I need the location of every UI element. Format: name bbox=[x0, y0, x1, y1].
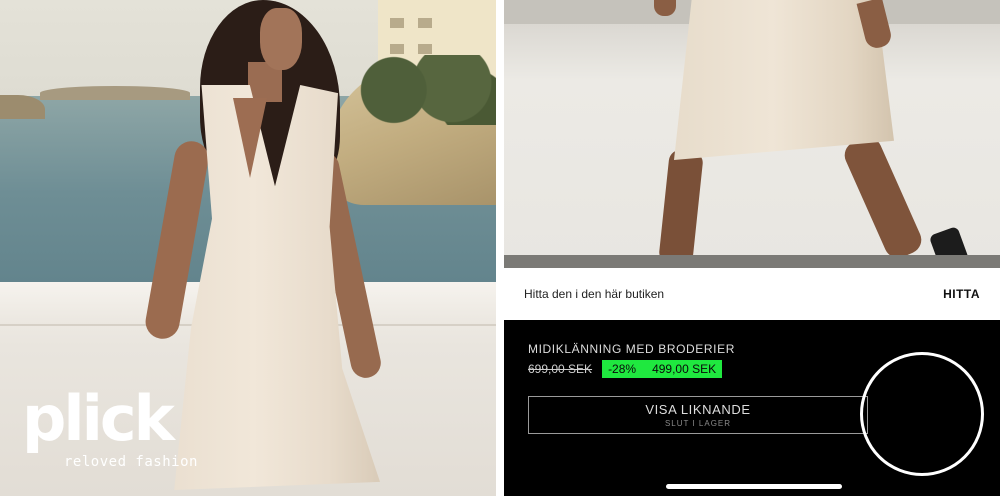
brand-tagline: reloved fashion bbox=[64, 454, 198, 470]
out-of-stock-label: SLUT I LAGER bbox=[664, 419, 732, 428]
model-face bbox=[260, 8, 302, 70]
ground bbox=[504, 255, 1000, 268]
brand-logo-text: plick bbox=[22, 382, 175, 455]
original-price: 699,00 SEK bbox=[528, 362, 593, 376]
find-in-store-button[interactable]: HITTA bbox=[943, 287, 980, 301]
sale-price-badge: -28% 499,00 SEK bbox=[602, 360, 723, 378]
store-finder-text: Hitta den i den här butiken bbox=[524, 287, 665, 301]
trees bbox=[350, 55, 496, 125]
model-leg-left bbox=[658, 148, 704, 267]
distant-island bbox=[40, 86, 190, 100]
circle-overlay bbox=[860, 352, 984, 476]
home-indicator[interactable] bbox=[666, 484, 842, 489]
show-similar-label: VISA LIKNANDE bbox=[645, 402, 751, 417]
discount-percent: -28% bbox=[608, 362, 637, 376]
app-product-view: Hitta den i den här butiken HITTA MIDIKL… bbox=[504, 0, 1000, 496]
model-leg-right bbox=[840, 132, 926, 263]
villa-window bbox=[418, 18, 432, 28]
product-photo bbox=[504, 0, 1000, 271]
brand-logo: plick reloved fashion bbox=[22, 382, 197, 478]
price-row: 699,00 SEK -28% 499,00 SEK bbox=[528, 360, 723, 378]
product-name: MIDIKLÄNNING MED BRODERIER bbox=[528, 342, 735, 356]
lifestyle-photo: plick reloved fashion bbox=[0, 0, 496, 496]
villa-window bbox=[390, 44, 404, 54]
show-similar-button[interactable]: VISA LIKNANDE SLUT I LAGER bbox=[528, 396, 868, 434]
villa-window bbox=[418, 44, 432, 54]
product-info-panel: MIDIKLÄNNING MED BRODERIER 699,00 SEK -2… bbox=[504, 320, 1000, 496]
villa-window bbox=[390, 18, 404, 28]
sale-price: 499,00 SEK bbox=[652, 362, 717, 376]
store-finder-bar: Hitta den i den här butiken HITTA bbox=[504, 268, 1000, 320]
